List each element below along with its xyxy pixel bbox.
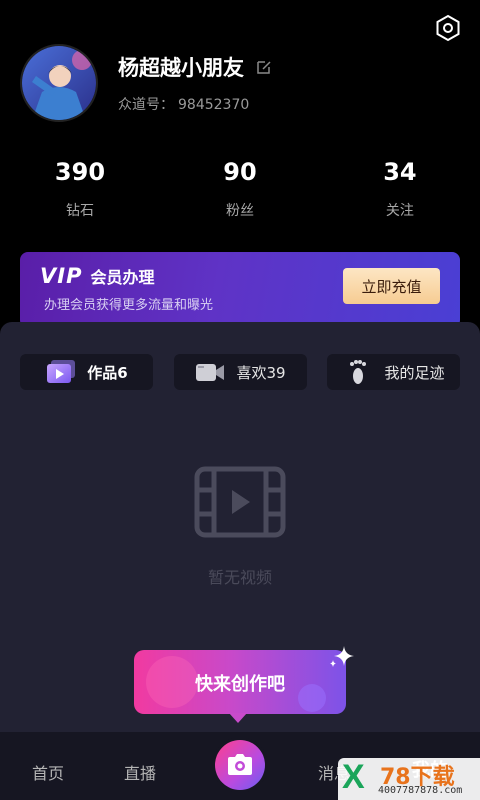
watermark-logo: X xyxy=(342,758,365,796)
user-id-label: 众道号： xyxy=(118,97,174,113)
video-album-icon xyxy=(47,360,76,383)
stat-following[interactable]: 34 关注 xyxy=(320,158,480,220)
name-row: 杨超越小朋友 xyxy=(118,52,272,82)
film-strip-icon xyxy=(194,466,286,538)
camera-button[interactable] xyxy=(215,740,265,790)
camera-icon xyxy=(228,754,252,775)
vip-banner[interactable]: VIP 会员办理 办理会员获得更多流量和曝光 立即充值 xyxy=(20,252,460,328)
user-id: 众道号： 98452370 xyxy=(118,94,272,114)
stat-label: 粉丝 xyxy=(225,203,254,219)
stat-diamonds[interactable]: 390 钻石 xyxy=(0,158,160,220)
footprint-icon xyxy=(350,360,367,384)
stat-label: 钻石 xyxy=(65,203,94,219)
user-id-value: 98452370 xyxy=(178,97,250,113)
empty-text: 暂无视频 xyxy=(207,568,272,587)
watermark-url: 4007787878.com xyxy=(378,785,463,796)
stats-row: 390 钻石 90 粉丝 34 关注 xyxy=(0,158,480,220)
stat-fans[interactable]: 90 粉丝 xyxy=(160,158,320,220)
tab-label: 我的足迹 xyxy=(384,363,445,382)
create-label: 快来创作吧 xyxy=(195,674,285,695)
vip-logo: VIP xyxy=(40,264,83,288)
empty-state: 暂无视频 xyxy=(0,466,480,588)
tab-footprints[interactable]: 我的足迹 xyxy=(327,354,460,390)
nav-live[interactable]: 直播 xyxy=(124,760,156,784)
user-name: 杨超越小朋友 xyxy=(118,56,244,80)
stat-value: 390 xyxy=(54,158,106,186)
tab-label: 喜欢39 xyxy=(236,363,286,382)
create-pointer xyxy=(229,713,247,723)
nav-home[interactable]: 首页 xyxy=(32,760,64,784)
vip-title: VIP 会员办理 xyxy=(40,264,154,288)
watermark: X 78下载 4007787878.com xyxy=(338,758,480,800)
stat-value: 90 xyxy=(223,158,257,186)
create-button[interactable]: 快来创作吧 xyxy=(134,646,354,723)
profile-header: 杨超越小朋友 众道号： 98452370 xyxy=(20,44,272,122)
content-tabs: 作品6 喜欢39 我的足迹 xyxy=(20,354,460,390)
avatar[interactable] xyxy=(20,44,98,122)
hexagon-settings-icon xyxy=(436,14,460,42)
vip-title-text: 会员办理 xyxy=(90,268,155,287)
profile-info: 杨超越小朋友 众道号： 98452370 xyxy=(118,52,272,114)
tab-label: 作品6 xyxy=(87,363,128,382)
stat-value: 34 xyxy=(383,158,417,186)
sparkle-icon xyxy=(330,646,354,667)
stat-label: 关注 xyxy=(385,203,414,219)
tab-works[interactable]: 作品6 xyxy=(20,354,153,390)
tab-likes[interactable]: 喜欢39 xyxy=(173,354,307,390)
edit-icon[interactable] xyxy=(256,59,272,75)
camcorder-icon xyxy=(196,364,225,381)
vip-description: 办理会员获得更多流量和曝光 xyxy=(44,298,214,313)
recharge-button[interactable]: 立即充值 xyxy=(343,268,440,304)
settings-button[interactable] xyxy=(434,14,462,42)
